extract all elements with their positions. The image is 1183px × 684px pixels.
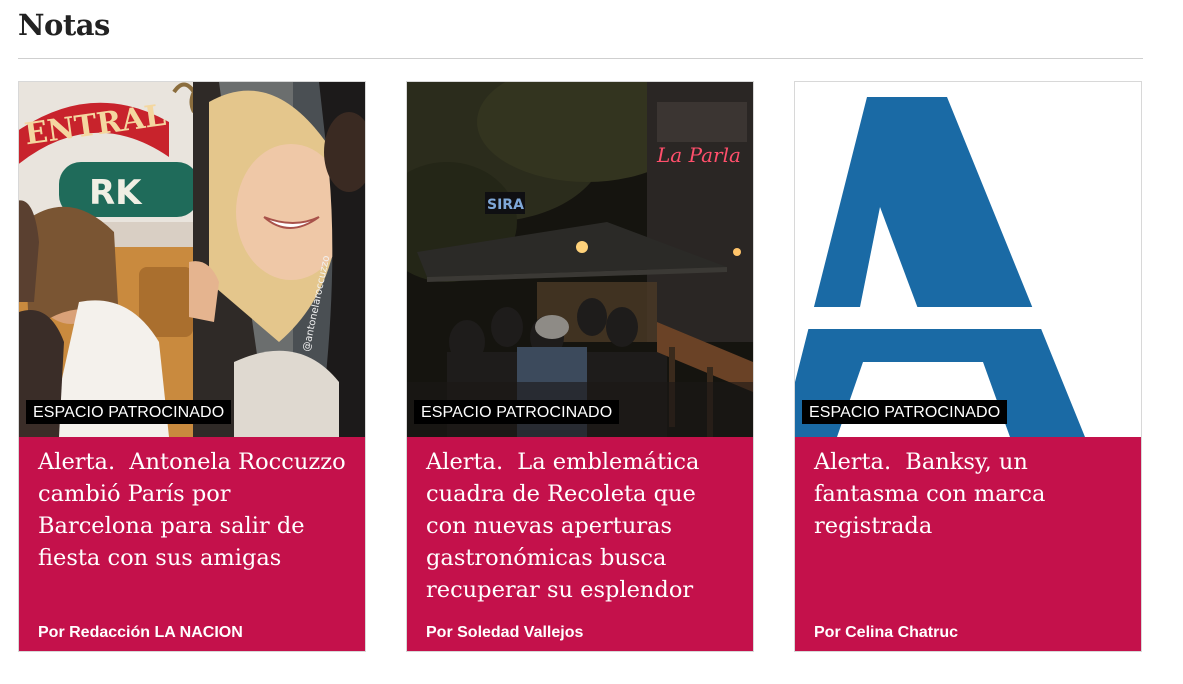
article-body-2: Alerta. La emblemática cuadra de Recolet…: [407, 437, 753, 651]
article-card-2[interactable]: La Parla SIRA ESPACIO PATROCINADO Alerta…: [406, 81, 754, 652]
svg-text:La Parla: La Parla: [656, 143, 741, 167]
article-body-1: Alerta. Antonela Roccuzzo cambió París p…: [19, 437, 365, 651]
headline-kicker: Alerta.: [814, 449, 892, 475]
article-byline-3[interactable]: Por Celina Chatruc: [814, 624, 958, 642]
headline-kicker: Alerta.: [426, 449, 504, 475]
headline-kicker: Alerta.: [38, 449, 116, 475]
section-title: Notas: [18, 8, 110, 42]
article-byline-1[interactable]: Por Redacción LA NACION: [38, 624, 243, 642]
section-divider: [18, 58, 1143, 59]
article-image-2[interactable]: La Parla SIRA ESPACIO PATROCINADO: [407, 82, 753, 437]
sponsored-badge: ESPACIO PATROCINADO: [26, 400, 232, 424]
article-byline-2[interactable]: Por Soledad Vallejos: [426, 624, 583, 642]
sponsored-badge: ESPACIO PATROCINADO: [414, 400, 620, 424]
article-headline-3[interactable]: Alerta. Banksy, un fantasma con marca re…: [814, 446, 1126, 542]
article-image-3[interactable]: A ESPACIO PATROCINADO: [795, 82, 1141, 437]
la-nacion-logo-image: A: [795, 82, 1141, 437]
article-card-3[interactable]: A ESPACIO PATROCINADO Alerta. Banksy, un…: [794, 81, 1142, 652]
svg-text:SIRA: SIRA: [487, 197, 524, 213]
sponsored-badge: ESPACIO PATROCINADO: [802, 400, 1008, 424]
article-body-3: Alerta. Banksy, un fantasma con marca re…: [795, 437, 1141, 651]
article-headline-2[interactable]: Alerta. La emblemática cuadra de Recolet…: [426, 446, 738, 606]
svg-text:RK: RK: [89, 173, 143, 213]
article-headline-1[interactable]: Alerta. Antonela Roccuzzo cambió París p…: [38, 446, 350, 574]
article-image-1[interactable]: ENTRAL RK @antonelaroccuzzo ESPACIO PATR…: [19, 82, 365, 437]
article-card-1[interactable]: ENTRAL RK @antonelaroccuzzo ESPACIO PATR…: [18, 81, 366, 652]
